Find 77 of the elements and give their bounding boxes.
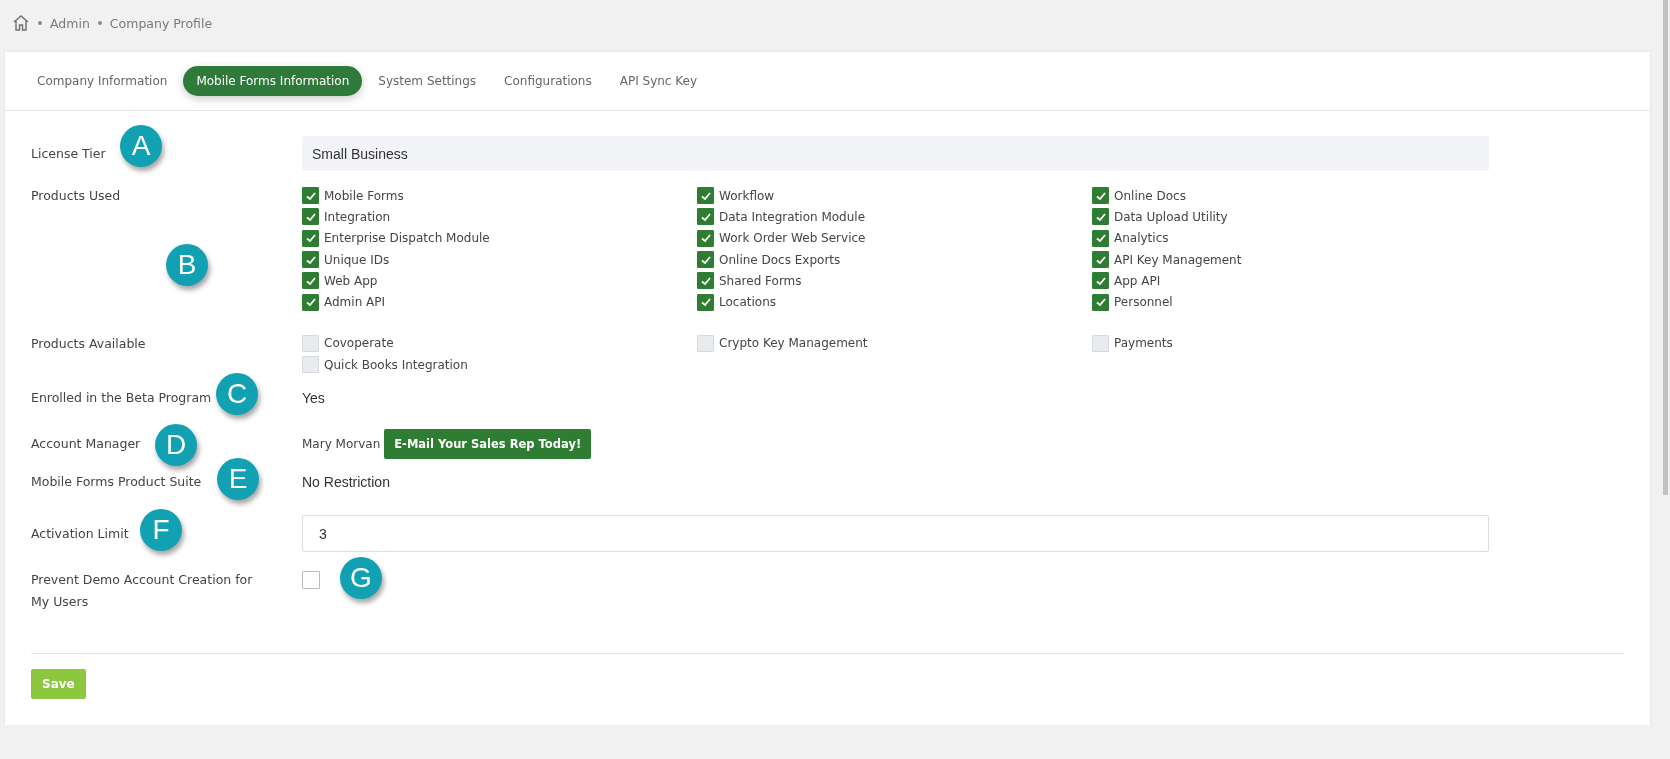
checkbox-label: Work Order Web Service [719, 231, 866, 246]
checkbox-label: Personnel [1114, 295, 1173, 310]
scrollbar-thumb[interactable] [1663, 0, 1668, 495]
checkbox[interactable] [1092, 293, 1109, 311]
checkbox[interactable] [302, 251, 319, 269]
checkbox-label: Online Docs [1114, 188, 1186, 203]
checkbox-label: Data Integration Module [719, 209, 866, 224]
checkbox-label: App API [1114, 273, 1161, 288]
checkbox[interactable] [1092, 229, 1109, 247]
checkbox-label: API Key Management [1114, 252, 1242, 267]
text-field[interactable]: Small Business [302, 136, 1489, 171]
checkbox[interactable] [697, 293, 714, 311]
checkbox[interactable] [697, 229, 714, 247]
checkbox[interactable] [697, 187, 714, 205]
checkbox[interactable] [697, 208, 714, 226]
checkbox[interactable] [1092, 251, 1109, 269]
field-label: Products Used [31, 187, 121, 205]
callout-marker: D [155, 424, 197, 467]
checkbox[interactable] [302, 187, 319, 205]
checkbox-label: Integration [324, 209, 391, 224]
checkbox[interactable] [302, 293, 319, 311]
field-label: Enrolled in the Beta Program [31, 389, 212, 408]
tab[interactable]: System Settings [366, 67, 489, 95]
checkbox-label: Web App [324, 273, 378, 288]
checkbox[interactable] [697, 251, 714, 269]
home-icon[interactable] [12, 14, 30, 32]
checkmark-icon [699, 232, 712, 245]
checkbox[interactable] [1092, 272, 1109, 290]
checkbox-label: Mobile Forms [324, 188, 404, 203]
checkbox-label: Workflow [719, 188, 775, 203]
checkbox-label: Online Docs Exports [719, 252, 841, 267]
email-button[interactable]: E-Mail Your Sales Rep Today! [384, 429, 592, 460]
checkmark-icon [1094, 232, 1107, 245]
checkbox[interactable] [302, 229, 319, 247]
checkbox-label: Unique IDs [324, 252, 390, 267]
field-label: Prevent Demo Account Creation for My Users [31, 571, 254, 612]
checkbox-label: Locations [719, 295, 776, 310]
callout-marker: G [340, 557, 382, 600]
checkbox-label: Covoperate [324, 336, 394, 351]
callout-marker: C [216, 373, 258, 416]
checkbox[interactable] [302, 208, 319, 226]
callout-marker: B [166, 244, 208, 286]
checkbox-label: Enterprise Dispatch Module [324, 231, 490, 246]
callout-marker: F [140, 509, 182, 552]
checkbox[interactable] [302, 571, 320, 590]
checkmark-icon [304, 232, 317, 245]
breadcrumb-link[interactable]: Company Profile [109, 15, 213, 31]
callout-marker: A [120, 125, 162, 167]
field-value: No Restriction [302, 474, 391, 491]
tab[interactable]: Company Information [25, 67, 180, 95]
tab[interactable]: API Sync Key [607, 67, 710, 95]
field-label: License Tier [31, 144, 106, 163]
checkbox-label: Shared Forms [719, 273, 802, 288]
checkbox-label: Crypto Key Management [719, 336, 868, 351]
checkbox-label: Admin API [324, 295, 386, 310]
field-label: Account Manager [31, 435, 141, 454]
checkbox[interactable] [1092, 208, 1109, 226]
tab[interactable]: Configurations [492, 67, 604, 95]
field-label: Mobile Forms Product Suite [31, 473, 202, 492]
checkmark-icon [304, 296, 317, 309]
checkbox-label: Analytics [1114, 231, 1169, 246]
checkbox-label: Quick Books Integration [324, 357, 468, 372]
text-field[interactable]: 3 [302, 515, 1489, 553]
checkbox-label: Data Upload Utility [1114, 209, 1228, 224]
field-value: Yes [302, 390, 326, 407]
checkmark-icon [1094, 296, 1107, 309]
checkbox[interactable] [302, 272, 319, 290]
callout-marker: E [217, 458, 259, 501]
checkbox-label: Payments [1114, 336, 1173, 351]
checkbox[interactable] [697, 272, 714, 290]
manager-name: Mary Morvan [302, 437, 381, 452]
tab[interactable]: Mobile Forms Information [183, 66, 363, 96]
checkmark-icon [699, 296, 712, 309]
breadcrumb-link[interactable]: Admin [50, 15, 90, 31]
field-label: Products Available [31, 334, 146, 353]
field-label: Activation Limit [31, 524, 129, 543]
checkbox[interactable] [1092, 187, 1109, 205]
